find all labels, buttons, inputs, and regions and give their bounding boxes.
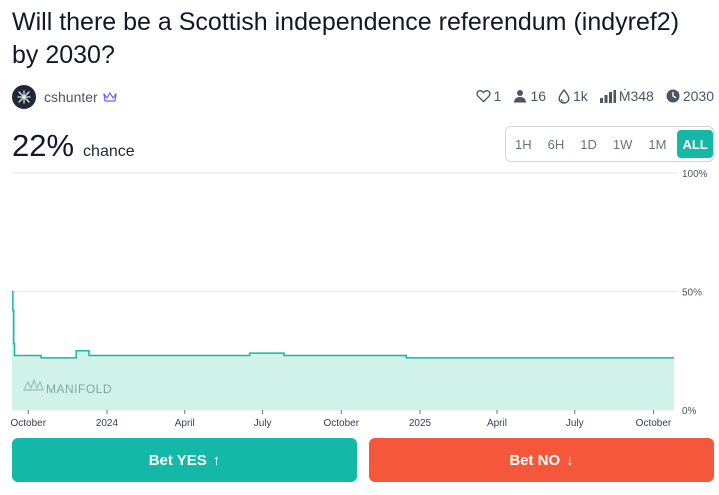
y-tick-label: 100%: [682, 169, 708, 180]
liquidity-stat[interactable]: 1k: [558, 88, 588, 104]
chart-svg: 100% 50% 0% October 2024 April July October 2025…: [10, 169, 708, 429]
traders-count: 16: [530, 88, 547, 104]
time-range-selector: 1H 6H 1D 1W 1M ALL: [505, 126, 714, 162]
arrow-down-icon: ↓: [566, 451, 574, 469]
x-tick-label: July: [254, 418, 272, 429]
watermark-text: MANIFOLD: [46, 382, 112, 396]
y-tick-label: 0%: [682, 406, 697, 417]
likes-count: 1: [493, 88, 502, 104]
close-year: 2030: [682, 88, 714, 104]
probability-display: 22% chance: [12, 128, 135, 164]
x-tick-label: 2025: [409, 418, 432, 429]
heart-icon: [476, 90, 491, 103]
x-tick-label: 2024: [96, 418, 119, 429]
range-tab-1m[interactable]: 1M: [643, 130, 671, 158]
liquidity-amount: 1k: [573, 88, 588, 104]
arrow-up-icon: ↑: [212, 451, 221, 469]
series-line: [12, 290, 674, 359]
x-tick-label: October: [10, 418, 46, 429]
market-meta-row: cshunter 1 16 1k Ṁ348 2030: [12, 85, 714, 111]
market-stats: 1 16 1k Ṁ348 2030: [476, 88, 714, 104]
close-date-stat[interactable]: 2030: [666, 88, 714, 104]
avatar-icon: [17, 90, 31, 104]
bet-yes-button[interactable]: Bet YES ↑: [12, 438, 357, 482]
range-tab-1h[interactable]: 1H: [510, 130, 537, 158]
clock-icon: [666, 89, 680, 103]
probability-label: chance: [83, 143, 135, 160]
traders-stat[interactable]: 16: [513, 88, 546, 104]
range-tab-6h[interactable]: 6H: [543, 130, 570, 158]
question-title: Will there be a Scottish independence re…: [12, 8, 680, 69]
x-tick-label: April: [487, 418, 507, 429]
creator-name[interactable]: cshunter: [44, 89, 98, 105]
x-tick-label: July: [566, 418, 584, 429]
volume-stat[interactable]: Ṁ348: [599, 88, 654, 104]
probability-value: 22%: [12, 128, 75, 163]
bet-no-button[interactable]: Bet NO ↓: [369, 438, 714, 482]
crown-icon: [103, 91, 117, 103]
x-tick-label: October: [636, 418, 672, 429]
likes-stat[interactable]: 1: [476, 88, 502, 104]
creator[interactable]: cshunter: [12, 85, 117, 109]
range-tab-1w[interactable]: 1W: [608, 130, 638, 158]
range-tab-all[interactable]: ALL: [677, 130, 713, 158]
probability-chart[interactable]: 100% 50% 0% October 2024 April July October 2025…: [0, 165, 719, 430]
range-tab-1d[interactable]: 1D: [575, 130, 602, 158]
x-tick-label: October: [324, 418, 360, 429]
bar-chart-icon: [599, 89, 616, 103]
x-tick-label: April: [175, 418, 195, 429]
droplet-icon: [558, 88, 570, 104]
user-icon: [514, 90, 527, 103]
avatar[interactable]: [12, 85, 36, 109]
y-tick-label: 50%: [682, 288, 702, 299]
volume-amount: Ṁ348: [618, 88, 654, 104]
bet-yes-label: Bet YES: [148, 451, 207, 469]
bet-no-label: Bet NO: [509, 451, 561, 469]
